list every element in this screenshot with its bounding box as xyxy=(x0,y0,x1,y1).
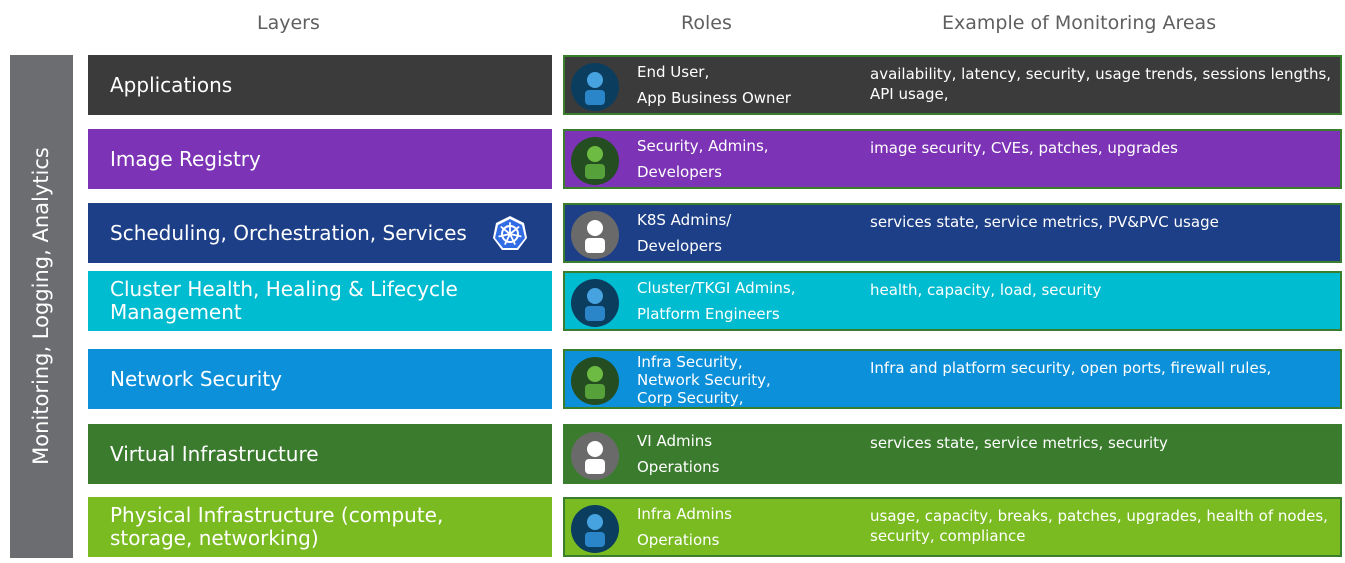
user-avatar-icon xyxy=(571,211,619,259)
layer-box: Virtual Infrastructure xyxy=(88,424,552,484)
role-card: Infra Admins Operations usage, capacity, b… xyxy=(563,497,1342,557)
user-avatar-icon xyxy=(571,279,619,327)
role-card: K8S Admins/Developers services state, ser… xyxy=(563,203,1342,263)
monitoring-areas: image security, CVEs, patches, upgrades xyxy=(870,139,1178,157)
role-line: Developers xyxy=(637,163,722,181)
layer-box: Applications xyxy=(88,55,552,115)
role-list: Infra Admins Operations xyxy=(637,499,847,555)
user-avatar-icon xyxy=(571,505,619,553)
layer-label: Virtual Infrastructure xyxy=(110,441,319,466)
kubernetes-icon xyxy=(493,216,527,250)
role-list: Infra Security, Network Security, Corp Sec… xyxy=(637,351,847,407)
user-avatar-icon xyxy=(571,63,619,111)
role-line: Security, Admins, xyxy=(637,137,769,155)
role-line: Developers xyxy=(637,237,722,255)
role-line: Corp Security, xyxy=(637,389,744,407)
layer-label: Applications xyxy=(110,72,233,97)
side-label: Monitoring, Logging, Analytics xyxy=(29,147,53,465)
role-line: Infra Admins xyxy=(637,505,732,523)
role-list: Security, Admins, Developers xyxy=(637,131,847,187)
role-line: App Business Owner xyxy=(637,89,791,107)
role-line: VI Admins xyxy=(637,432,713,450)
layer-box: Image Registry xyxy=(88,129,552,189)
role-list: VI Admins Operations xyxy=(637,426,847,482)
role-list: K8S Admins/Developers xyxy=(637,205,847,261)
layer-label: Cluster Health, Healing & Lifecycle Mana… xyxy=(110,277,458,324)
role-card: Security, Admins, Developers image securit… xyxy=(563,129,1342,189)
layer-label: Physical Infrastructure (compute, storag… xyxy=(110,503,444,550)
monitoring-areas: health, capacity, load, security xyxy=(870,281,1102,299)
user-avatar-icon xyxy=(571,137,619,185)
role-line: Cluster/TKGI Admins, xyxy=(637,279,796,297)
layer-box: Scheduling, Orchestration, Services xyxy=(88,203,552,263)
layer-label: Image Registry xyxy=(110,146,261,171)
role-list: End User, App Business Owner xyxy=(637,57,847,113)
role-line: Platform Engineers xyxy=(637,305,780,323)
monitoring-areas: services state, service metrics, securit… xyxy=(870,434,1168,452)
role-line: K8S Admins/ xyxy=(637,211,732,229)
role-card: Infra Security, Network Security, Corp Sec… xyxy=(563,349,1342,409)
role-list: Cluster/TKGI Admins, Platform Engineers xyxy=(637,273,847,329)
role-card: End User, App Business Owner availability,… xyxy=(563,55,1342,115)
layer-box: Physical Infrastructure (compute, storag… xyxy=(88,497,552,557)
role-line: Operations xyxy=(637,458,720,476)
role-card: VI Admins Operations services state, servi… xyxy=(563,424,1342,484)
role-line: Network Security, xyxy=(637,371,771,389)
user-avatar-icon xyxy=(571,357,619,405)
layer-box: Network Security xyxy=(88,349,552,409)
monitoring-areas: services state, service metrics, PV&PVC … xyxy=(870,213,1219,231)
header-roles: Roles xyxy=(681,12,732,34)
layer-label: Scheduling, Orchestration, Services xyxy=(110,220,467,245)
monitoring-areas: availability, latency, security, usage t… xyxy=(870,65,1332,103)
header-layers: Layers xyxy=(257,12,320,34)
role-card: Cluster/TKGI Admins, Platform Engineers he… xyxy=(563,271,1342,331)
monitoring-areas: Infra and platform security, open ports,… xyxy=(870,359,1272,377)
role-line: Infra Security, xyxy=(637,353,743,371)
role-line: End User, xyxy=(637,63,710,81)
header-areas: Example of Monitoring Areas xyxy=(942,12,1217,34)
layer-label: Network Security xyxy=(110,366,282,391)
role-line: Operations xyxy=(637,531,720,549)
layer-box: Cluster Health, Healing & Lifecycle Mana… xyxy=(88,271,552,331)
user-avatar-icon xyxy=(571,432,619,480)
monitoring-areas: usage, capacity, breaks, patches, upgrad… xyxy=(870,507,1328,545)
